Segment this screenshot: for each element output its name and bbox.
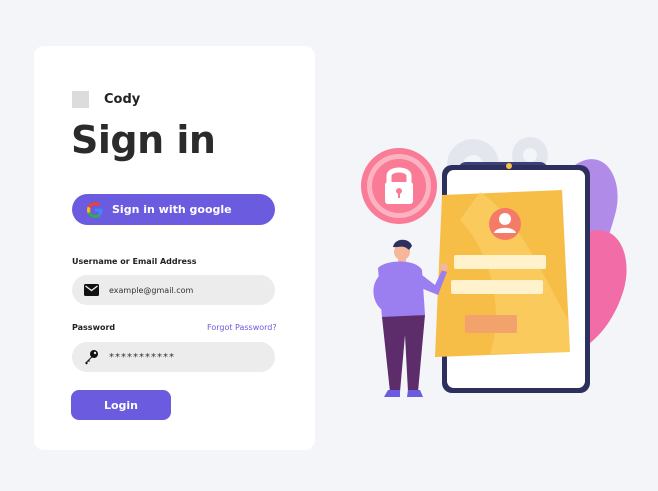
- forgot-password-link[interactable]: Forgot Password?: [207, 323, 277, 332]
- username-input[interactable]: [109, 285, 249, 295]
- brand: Cody: [72, 91, 140, 108]
- brand-logo: [72, 91, 89, 108]
- login-button[interactable]: Login: [71, 390, 171, 420]
- mail-icon: [83, 282, 99, 298]
- google-signin-button[interactable]: Sign in with google: [72, 194, 275, 225]
- google-signin-label: Sign in with google: [112, 203, 232, 216]
- username-label: Username or Email Address: [72, 257, 197, 266]
- login-card: Cody Sign in Sign in with google Usernam…: [34, 46, 315, 450]
- key-icon: [83, 349, 99, 365]
- page-title: Sign in: [71, 118, 216, 162]
- password-field[interactable]: [72, 342, 275, 372]
- username-field[interactable]: [72, 275, 275, 305]
- password-label: Password: [72, 323, 116, 332]
- login-illustration: [361, 137, 627, 397]
- google-icon: [87, 201, 103, 218]
- brand-name: Cody: [104, 92, 141, 107]
- password-input[interactable]: [109, 351, 249, 363]
